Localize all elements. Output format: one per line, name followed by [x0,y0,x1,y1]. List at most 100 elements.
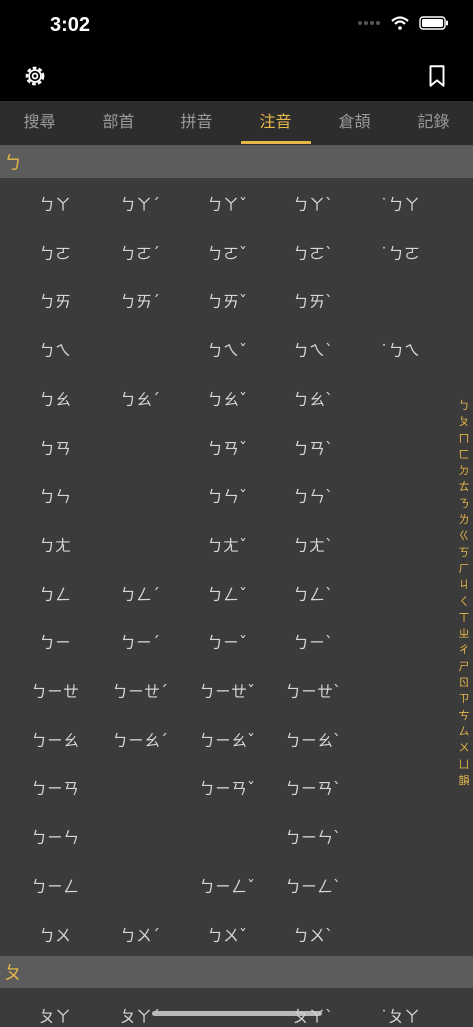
syllable-cell[interactable]: ㄅㄧㄠ [31,727,79,751]
syllable-cell[interactable]: ㄅㄧㄢˇ [199,775,255,799]
syllable-cell[interactable]: ㄅㄛˊ [120,240,160,264]
syllable-cell[interactable]: ㄅㄧㄣˋ [285,824,341,848]
syllable-cell[interactable]: ㄅㄧㄝˊ [112,678,168,702]
tab-pinyin[interactable]: 拼音 [157,101,236,145]
syllable-cell[interactable]: ㄅㄥˋ [293,581,333,605]
syllable-cell[interactable]: ㄆㄚ [39,1003,71,1027]
syllable-cell[interactable]: ㄅㄠˊ [120,386,160,410]
syllable-cell[interactable]: ˙ㄅㄚ [380,191,420,215]
syllable-cell[interactable]: ㄅㄢˋ [293,435,333,459]
syllable-cell[interactable]: ㄅㄛ [39,240,71,264]
index-item[interactable]: ㄒ [459,610,470,626]
syllable-cell[interactable]: ㄅㄨˇ [207,922,247,946]
syllable-cell[interactable]: ㄅㄧㄝˇ [199,678,255,702]
index-item[interactable]: ㄆ [459,414,470,430]
tab-radical[interactable]: 部首 [79,101,158,145]
syllable-cell[interactable]: ㄅㄧˋ [293,629,333,653]
syllable-cell[interactable]: ㄅㄨˊ [120,922,160,946]
index-item[interactable]: ㄏ [459,561,470,577]
syllable-cell[interactable]: ㄅㄞˊ [120,288,160,312]
syllable-cell[interactable]: ㄅㄧˊ [120,629,160,653]
syllable-cell[interactable]: ㄅㄥ [39,581,71,605]
section-index-bar[interactable]: ㄅㄆㄇㄈㄉㄊㄋㄌㄍㄎㄏㄐㄑㄒㄓㄔㄕㄖㄗㄘㄙㄨㄩ韻 [456,398,472,789]
bookmark-icon[interactable] [424,63,450,89]
index-item[interactable]: ㄌ [459,512,470,528]
index-item[interactable]: ㄇ [459,431,470,447]
index-item[interactable]: ㄖ [459,675,470,691]
syllable-cell[interactable]: ㄅㄨˋ [293,922,333,946]
syllable-cell[interactable]: ㄅㄤ [39,532,71,556]
syllable-cell[interactable]: ㄅㄢˇ [207,435,247,459]
index-item[interactable]: ㄙ [459,724,470,740]
tab-history[interactable]: 記錄 [394,101,473,145]
index-item[interactable]: ㄉ [459,463,470,479]
syllable-cell[interactable]: ㄅㄥˇ [207,581,247,605]
tab-cangjie[interactable]: 倉頡 [315,101,394,145]
syllable-cell[interactable]: ㄅㄤˋ [293,532,333,556]
syllable-cell[interactable]: ㄅㄟˋ [293,337,333,361]
index-item[interactable]: ㄐ [459,577,470,593]
syllable-cell[interactable]: ˙ㄅㄟ [380,337,420,361]
index-item[interactable]: ㄩ [459,757,470,773]
syllable-cell[interactable]: ˙ㄆㄚ [380,1003,420,1027]
syllable-cell[interactable]: ㄅㄠˇ [207,386,247,410]
syllable-cell[interactable]: ㄅㄣ [39,483,71,507]
syllable-cell[interactable]: ㄅㄚˊ [120,191,160,215]
syllable-cell[interactable]: ㄅㄢ [39,435,71,459]
syllable-cell[interactable]: ˙ㄅㄛ [380,240,420,264]
syllable-cell[interactable]: ㄅㄨ [39,922,71,946]
syllable-cell[interactable]: ㄅㄟ [39,337,71,361]
syllable-cell[interactable]: ㄅㄠˋ [293,386,333,410]
syllable-cell[interactable]: ㄅㄧㄠˋ [285,727,341,751]
syllable-cell[interactable]: ㄅㄧ [39,629,71,653]
syllable-cell[interactable]: ㄅㄣˋ [293,483,333,507]
index-item[interactable]: ㄗ [459,691,470,707]
index-item[interactable]: ㄍ [459,528,470,544]
index-item[interactable]: ㄘ [459,708,470,724]
index-item[interactable]: ㄅ [459,398,470,414]
index-item[interactable]: ㄨ [459,740,470,756]
index-item[interactable]: ㄋ [459,496,470,512]
tab-zhuyin[interactable]: 注音 [236,101,315,145]
index-item[interactable]: ㄑ [459,594,470,610]
syllable-cell[interactable]: ㄅㄥˊ [120,581,160,605]
index-item[interactable]: ㄎ [459,545,470,561]
syllable-cell[interactable]: ㄅㄞˋ [293,288,333,312]
syllable-cell[interactable]: ㄅㄣˇ [207,483,247,507]
gear-icon[interactable] [22,63,48,89]
index-item[interactable]: ㄓ [459,626,470,642]
tab-search[interactable]: 搜尋 [0,101,79,145]
home-indicator [152,1011,322,1016]
active-tab-indicator [241,141,311,144]
syllable-cell[interactable]: ㄅㄧㄥˋ [285,873,341,897]
syllable-cell[interactable]: ㄅㄛˋ [293,240,333,264]
tab-bar: 搜尋 部首 拼音 注音 倉頡 記錄 [0,101,473,146]
syllable-cell[interactable]: ㄅㄤˇ [207,532,247,556]
syllable-cell[interactable]: ㄅㄧㄠˇ [199,727,255,751]
syllable-cell[interactable]: ㄅㄧㄣ [31,824,79,848]
syllable-cell[interactable]: ㄅㄞ [39,288,71,312]
index-item[interactable]: ㄕ [459,659,470,675]
syllable-cell[interactable]: ㄅㄚ [39,191,71,215]
syllable-cell[interactable]: ㄅㄧㄥˇ [199,873,255,897]
syllable-cell[interactable]: ㄅㄧㄝˋ [285,678,341,702]
syllable-cell[interactable]: ㄅㄛˇ [207,240,247,264]
status-indicators [357,16,449,30]
syllable-cell[interactable]: ㄅㄟˇ [207,337,247,361]
syllable-cell[interactable]: ㄅㄧˇ [207,629,247,653]
index-item[interactable]: ㄔ [459,642,470,658]
syllable-cell[interactable]: ㄅㄚˇ [207,191,247,215]
cellular-signal-icon [358,21,380,25]
section-header: ㄆ [0,956,473,988]
syllable-cell[interactable]: ㄅㄞˇ [207,288,247,312]
index-item[interactable]: 韻 [459,773,470,789]
index-item[interactable]: ㄈ [459,447,470,463]
syllable-cell[interactable]: ㄅㄧㄢˋ [285,775,341,799]
syllable-cell[interactable]: ㄅㄠ [39,386,71,410]
syllable-cell[interactable]: ㄅㄚˋ [293,191,333,215]
syllable-cell[interactable]: ㄅㄧㄠˊ [112,727,168,751]
syllable-cell[interactable]: ㄅㄧㄢ [31,775,79,799]
syllable-cell[interactable]: ㄅㄧㄥ [31,873,79,897]
syllable-cell[interactable]: ㄅㄧㄝ [31,678,79,702]
index-item[interactable]: ㄊ [459,479,470,495]
